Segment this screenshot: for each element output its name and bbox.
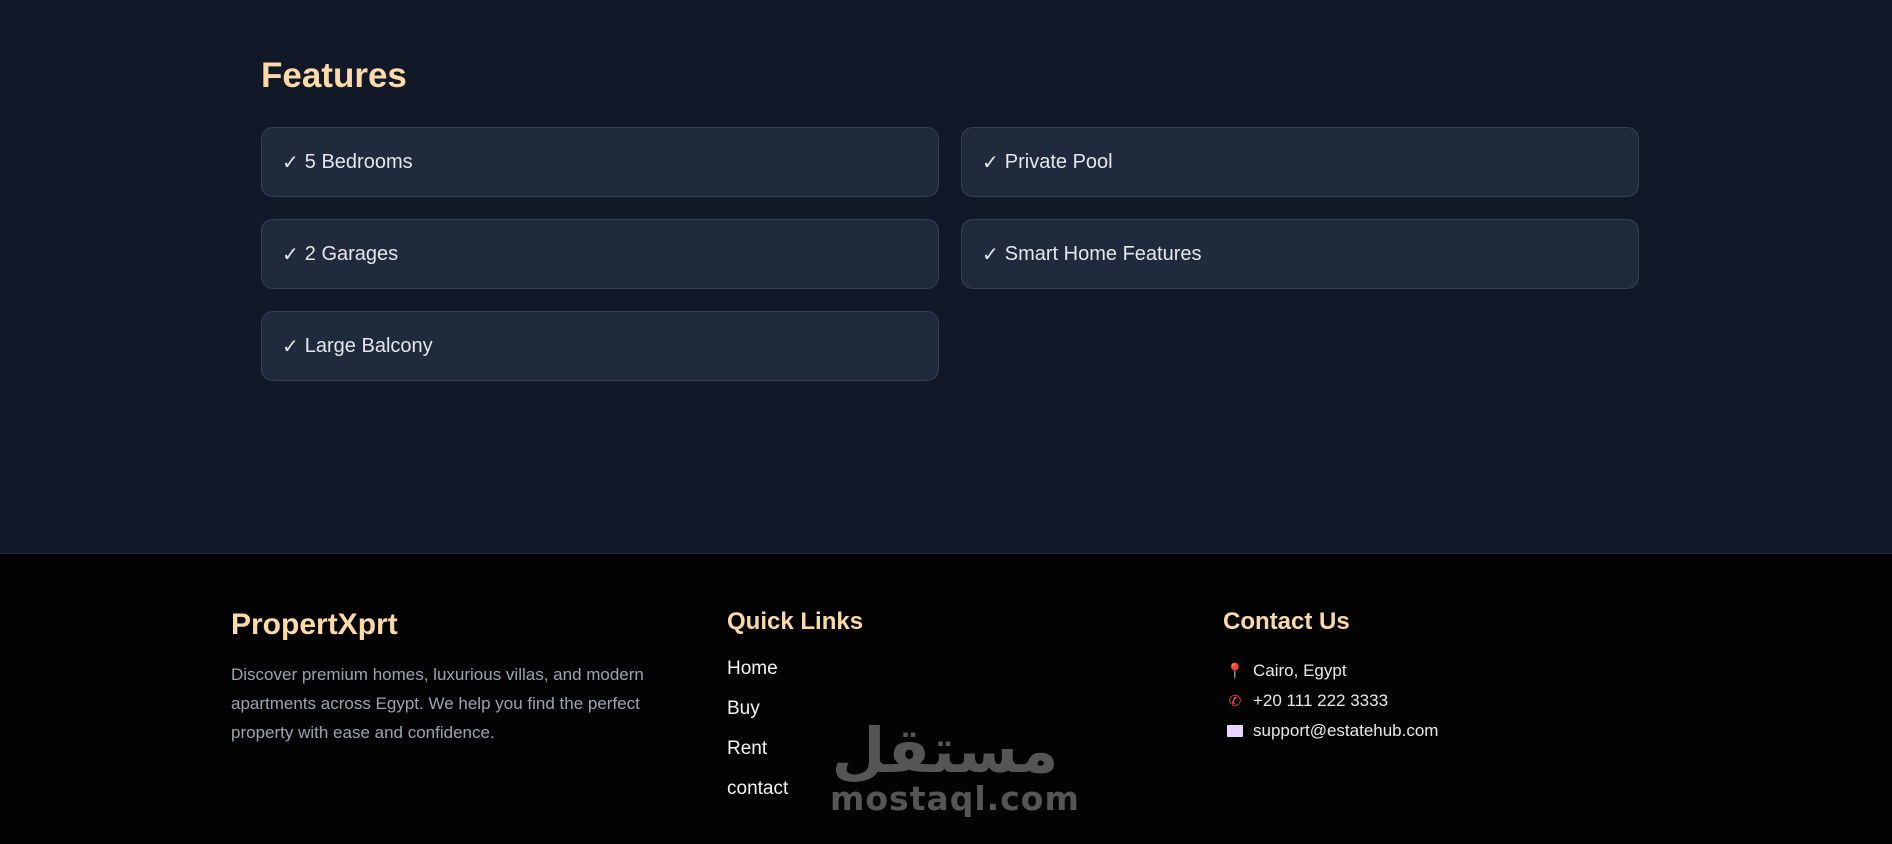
feature-label: 5 Bedrooms [304, 150, 413, 173]
watermark-latin: mostaql.com [830, 779, 1080, 818]
contact-location-text: Cairo, Egypt [1253, 661, 1347, 680]
features-title: Features [261, 56, 407, 95]
watermark-logo: مستقل mostaql.com [830, 714, 1080, 818]
check-icon: ✓ [282, 151, 299, 174]
feature-label: Smart Home Features [1004, 242, 1202, 265]
contact-list: 📍 Cairo, Egypt ✆ +20 111 222 3333 suppor… [1225, 656, 1439, 746]
feature-card: ✓ 2 Garages [261, 219, 939, 289]
contact-phone-text: +20 111 222 3333 [1253, 691, 1389, 710]
feature-card: ✓ Smart Home Features [961, 219, 1639, 289]
feature-card: ✓ 5 Bedrooms [261, 127, 939, 197]
feature-card: ✓ Large Balcony [261, 311, 939, 381]
contact-location: 📍 Cairo, Egypt [1225, 656, 1438, 686]
check-icon: ✓ [282, 243, 299, 266]
phone-icon: ✆ [1228, 693, 1242, 710]
contact-email: support@estatehub.com [1225, 716, 1438, 746]
footer-brand: PropertXprt [231, 608, 398, 641]
quick-links-list: Home Buy Rent contact [727, 658, 788, 818]
quick-link-home[interactable]: Home [727, 658, 788, 698]
pin-icon: 📍 [1225, 663, 1245, 680]
check-icon: ✓ [982, 151, 999, 174]
contact-phone: ✆ +20 111 222 3333 [1225, 686, 1438, 716]
feature-label: 2 Garages [304, 242, 399, 265]
footer-description: Discover premium homes, luxurious villas… [231, 665, 644, 742]
quick-links-title: Quick Links [727, 608, 864, 635]
contact-title: Contact Us [1223, 608, 1350, 635]
quick-link-rent[interactable]: Rent [727, 738, 788, 778]
contact-email-text[interactable]: support@estatehub.com [1253, 721, 1438, 741]
features-section: Features ✓ 5 Bedrooms ✓ Private Pool ✓ 2… [0, 0, 1892, 553]
check-icon: ✓ [282, 335, 299, 358]
feature-label: Private Pool [1004, 150, 1113, 173]
quick-link-buy[interactable]: Buy [727, 698, 788, 738]
watermark-arabic: مستقل [831, 714, 1059, 787]
feature-card: ✓ Private Pool [961, 127, 1639, 197]
quick-link-contact[interactable]: contact [727, 778, 788, 818]
feature-label: Large Balcony [304, 334, 433, 357]
check-icon: ✓ [982, 243, 999, 266]
envelope-icon [1227, 725, 1243, 737]
